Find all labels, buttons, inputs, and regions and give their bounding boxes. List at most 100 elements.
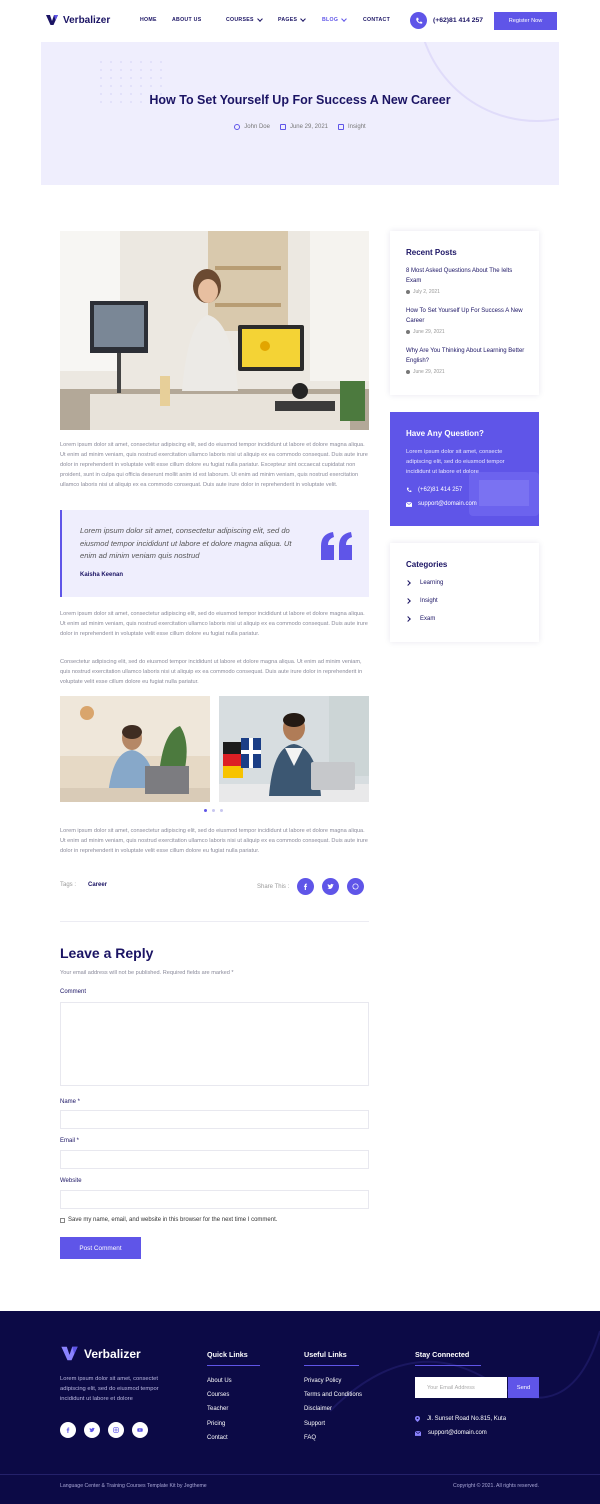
gallery-image-1-scene	[60, 696, 210, 802]
footer-link-pricing[interactable]: Pricing	[207, 1421, 260, 1435]
footer-link-contact[interactable]: Contact	[207, 1435, 260, 1449]
gallery-image-2[interactable]	[219, 696, 369, 802]
page-title: How To Set Yourself Up For Success A New…	[149, 93, 451, 107]
header-phone-number: (+62)81 414 257	[433, 17, 484, 24]
nav-blog[interactable]: BLOG	[322, 15, 363, 23]
nav-courses-label: COURSES	[226, 17, 254, 23]
quote-author: Kaisha Keenan	[80, 572, 124, 578]
stay-connected-title: Stay Connected	[415, 1350, 482, 1366]
nav-about[interactable]: ABOUT US	[172, 17, 226, 23]
meta-category[interactable]: Insight	[338, 124, 366, 130]
footer-link-courses[interactable]: Courses	[207, 1392, 260, 1406]
header-phone[interactable]: (+62)81 414 257	[410, 12, 483, 29]
site-logo[interactable]: Verbalizer	[45, 13, 110, 27]
logo-v-icon	[46, 15, 58, 25]
footer-email-text: support@domain.com	[428, 1430, 487, 1436]
youtube-icon[interactable]	[132, 1422, 148, 1438]
categories-title: Categories	[406, 560, 448, 569]
article-paragraph-3: Consectetur adipiscing elit, sed do eius…	[60, 659, 363, 685]
footer-logo-text: Verbalizer	[84, 1346, 141, 1361]
nav-pages-label: PAGES	[278, 17, 298, 23]
gallery-dot-2[interactable]	[212, 809, 215, 812]
question-widget: Have Any Question? Lorem ipsum dolor sit…	[390, 412, 539, 526]
recent-post-date: June 29, 2021	[406, 369, 526, 375]
recent-post-date-text: July 2, 2021	[413, 289, 440, 295]
nav-courses[interactable]: COURSES	[226, 15, 278, 23]
tag-career[interactable]: Career	[88, 882, 107, 888]
name-label: Name *	[60, 1099, 81, 1105]
post-comment-button[interactable]: Post Comment	[60, 1237, 141, 1259]
nav-contact[interactable]: CONTACT	[363, 17, 403, 23]
newsletter-email-input[interactable]: Your Email Address	[415, 1377, 507, 1398]
footer-link-disclaimer[interactable]: Disclaimer	[304, 1406, 362, 1420]
phone-icon	[410, 12, 427, 29]
newsletter-send-button[interactable]: Send	[508, 1377, 539, 1398]
recent-post-item[interactable]: How To Set Yourself Up For Success A New…	[406, 306, 526, 335]
footer-address-text: Jl. Sunset Road No.815, Kuta	[427, 1416, 507, 1422]
mail-icon	[415, 1430, 421, 1436]
email-label: Email *	[60, 1138, 80, 1144]
article-paragraph-1: Lorem ipsum dolor sit amet, consectetur …	[60, 442, 368, 488]
category-learning[interactable]: Learning	[405, 580, 444, 586]
chevron-right-icon	[405, 580, 411, 586]
save-info-option[interactable]: Save my name, email, and website in this…	[60, 1217, 277, 1223]
nav-about-label: ABOUT US	[172, 17, 202, 23]
nav-pages[interactable]: PAGES	[278, 15, 322, 23]
email-field[interactable]	[60, 1150, 369, 1169]
logo-text: Verbalizer	[63, 14, 111, 26]
footer-quick-links: Quick Links About Us Courses Teacher Pri…	[207, 1344, 260, 1449]
footer-link-privacy[interactable]: Privacy Policy	[304, 1378, 362, 1392]
category-insight[interactable]: Insight	[405, 598, 438, 604]
footer-link-faq[interactable]: FAQ	[304, 1435, 362, 1449]
page-hero: How To Set Yourself Up For Success A New…	[41, 42, 559, 185]
category-label: Learning	[420, 580, 444, 586]
meta-author-text: John Doe	[244, 124, 270, 130]
footer-link-support[interactable]: Support	[304, 1421, 362, 1435]
facebook-icon[interactable]	[297, 878, 315, 895]
facebook-icon[interactable]	[60, 1422, 76, 1438]
footer-link-about[interactable]: About Us	[207, 1378, 260, 1392]
category-exam[interactable]: Exam	[405, 616, 435, 622]
recent-post-title: Why Are You Thinking About Learning Bett…	[406, 348, 525, 364]
hero-arc-decoration	[417, 42, 559, 122]
whatsapp-icon[interactable]	[347, 878, 365, 895]
footer-email[interactable]: support@domain.com	[415, 1430, 487, 1436]
comment-textarea[interactable]	[60, 1002, 369, 1086]
nav-home[interactable]: HOME	[140, 17, 172, 23]
save-info-checkbox[interactable]	[60, 1217, 65, 1223]
question-phone[interactable]: (+62)81 414 257	[406, 487, 462, 493]
chevron-down-icon	[300, 15, 307, 22]
recent-post-item[interactable]: Why Are You Thinking About Learning Bett…	[406, 346, 526, 375]
footer-social	[60, 1422, 148, 1438]
location-pin-icon	[415, 1416, 420, 1422]
question-email[interactable]: support@domain.com	[406, 501, 477, 507]
gallery-dot-3[interactable]	[220, 809, 223, 812]
meta-author[interactable]: John Doe	[234, 124, 270, 130]
gallery-image-1[interactable]	[60, 696, 210, 802]
twitter-icon[interactable]	[322, 878, 340, 895]
meta-date-text: June 29, 2021	[289, 124, 329, 130]
instagram-icon[interactable]	[108, 1422, 124, 1438]
clock-icon	[406, 370, 410, 374]
name-field[interactable]	[60, 1110, 369, 1129]
useful-links-title: Useful Links	[304, 1350, 359, 1366]
site-footer: Verbalizer Lorem ipsum dolor sit amet, c…	[0, 1311, 600, 1504]
page: Verbalizer HOME ABOUT US COURSES PAGES B…	[0, 0, 600, 1504]
recent-post-title: 8 Most Asked Questions About The Ielts E…	[406, 268, 513, 284]
recent-post-item[interactable]: 8 Most Asked Questions About The Ielts E…	[406, 266, 526, 295]
calendar-icon	[279, 124, 286, 130]
main-nav: HOME ABOUT US COURSES PAGES BLOG CONTACT	[140, 15, 403, 23]
gallery-dot-1[interactable]	[204, 809, 207, 812]
share-label: Share This :	[257, 883, 290, 890]
logo-v-icon	[61, 1346, 78, 1361]
footer-logo[interactable]: Verbalizer	[60, 1344, 141, 1363]
twitter-icon[interactable]	[84, 1422, 100, 1438]
footer-link-terms[interactable]: Terms and Conditions	[304, 1392, 362, 1406]
website-field[interactable]	[60, 1190, 369, 1209]
footer-address: Jl. Sunset Road No.815, Kuta	[415, 1416, 506, 1422]
register-button[interactable]: Register Now	[494, 12, 557, 30]
quick-links-title: Quick Links	[207, 1350, 260, 1366]
footer-link-teacher[interactable]: Teacher	[207, 1406, 260, 1420]
recent-posts-widget: Recent Posts 8 Most Asked Questions Abou…	[390, 231, 539, 395]
category-label: Insight	[420, 598, 438, 604]
